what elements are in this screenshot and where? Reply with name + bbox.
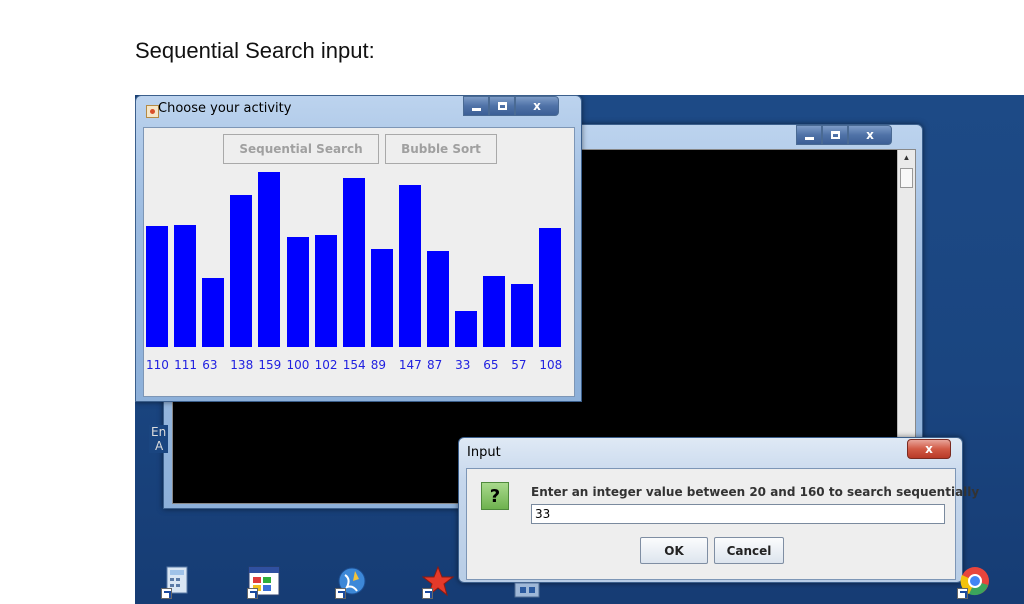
- value-bar: [511, 284, 534, 347]
- value-bar: [370, 249, 393, 347]
- minimize-icon: [471, 107, 481, 111]
- value-label: 89: [370, 358, 387, 372]
- console-caption-buttons: x: [796, 125, 892, 145]
- search-value-input[interactable]: 33: [531, 504, 945, 524]
- value-label: 110: [146, 358, 169, 372]
- value-bar: [398, 185, 421, 347]
- scroll-up-icon[interactable]: ▲: [898, 150, 915, 166]
- bar-display: 110 111 63 138 159 100 102 154 89 147 87 33 65 57 108: [144, 128, 576, 398]
- cancel-button[interactable]: Cancel: [714, 537, 784, 564]
- dialog-content: ? Enter an integer value between 20 and …: [466, 468, 979, 580]
- maximize-icon: [830, 131, 840, 139]
- value-bar: [314, 234, 337, 347]
- close-button[interactable]: x: [848, 125, 892, 145]
- console-text-line: En: [151, 425, 167, 439]
- shortcut-arrow-icon: [161, 588, 172, 599]
- value-bar: [483, 275, 506, 347]
- minimize-icon: [804, 136, 814, 140]
- value-bar: [427, 251, 449, 347]
- shortcut-arrow-icon: [957, 588, 968, 599]
- value-label: 57: [511, 358, 527, 372]
- desktop: x ▲ En A Choose your activity x 110 111 63…: [135, 95, 1024, 604]
- chrome-icon[interactable]: [957, 565, 989, 599]
- value-bar: [230, 195, 253, 347]
- dialog-prompt: Enter an integer value between 20 and 16…: [531, 485, 980, 499]
- scroll-thumb[interactable]: [900, 168, 913, 188]
- value-bar: [258, 172, 281, 347]
- value-bar: [202, 277, 225, 347]
- maximize-button[interactable]: [822, 125, 848, 145]
- console-text-line: A: [155, 439, 164, 453]
- sequential-search-button[interactable]: Sequential Search: [223, 134, 379, 164]
- globe-icon[interactable]: [335, 565, 366, 599]
- ok-button[interactable]: OK: [640, 537, 708, 564]
- dialog-caption-buttons: x: [907, 439, 951, 459]
- value-label: 100: [286, 358, 310, 372]
- window-title: Choose your activity: [158, 101, 292, 116]
- maximize-button[interactable]: [489, 96, 515, 116]
- shortcut-arrow-icon: [335, 588, 346, 599]
- value-label: 138: [230, 358, 254, 372]
- value-label: 108: [539, 358, 563, 372]
- value-label: 87: [427, 358, 443, 372]
- value-label: 159: [258, 358, 282, 372]
- value-bar: [455, 310, 478, 347]
- value-label: 65: [483, 358, 499, 372]
- value-bar: [146, 226, 168, 347]
- activity-window: Choose your activity x 110 111 63 138 159 100…: [135, 95, 582, 402]
- shortcut-arrow-icon: [247, 588, 258, 599]
- dialog-title: Input: [467, 445, 501, 460]
- value-label: 147: [398, 358, 422, 372]
- document-heading: Sequential Search input:: [135, 38, 375, 63]
- calculator-icon[interactable]: [161, 565, 191, 599]
- value-label: 63: [202, 358, 218, 372]
- close-button[interactable]: x: [515, 96, 559, 116]
- value-label: 33: [455, 358, 471, 372]
- value-label: 102: [314, 358, 338, 372]
- bubble-sort-button[interactable]: Bubble Sort: [385, 134, 497, 164]
- question-icon: ?: [481, 482, 509, 510]
- minimize-button[interactable]: [796, 125, 822, 145]
- network-icon[interactable]: [511, 565, 541, 599]
- value-bar: [342, 177, 365, 347]
- paint-icon[interactable]: [247, 565, 280, 599]
- input-dialog: Input x ? Enter an integer value between…: [458, 437, 979, 583]
- shortcut-arrow-icon: [422, 588, 433, 599]
- value-label: 154: [342, 358, 366, 372]
- activity-caption-buttons: x: [463, 96, 559, 116]
- activity-content: 110 111 63 138 159 100 102 154 89 147 87 33 65 57 108 …: [143, 127, 575, 397]
- value-bar: [539, 228, 562, 347]
- dialog-close-button[interactable]: x: [907, 439, 951, 459]
- minimize-button[interactable]: [463, 96, 489, 116]
- value-bar: [286, 237, 309, 347]
- value-label: 111: [174, 358, 197, 372]
- maximize-icon: [497, 102, 507, 110]
- value-bar: [174, 224, 197, 347]
- star-icon[interactable]: [421, 565, 455, 599]
- console-partial-text: En A: [149, 425, 169, 453]
